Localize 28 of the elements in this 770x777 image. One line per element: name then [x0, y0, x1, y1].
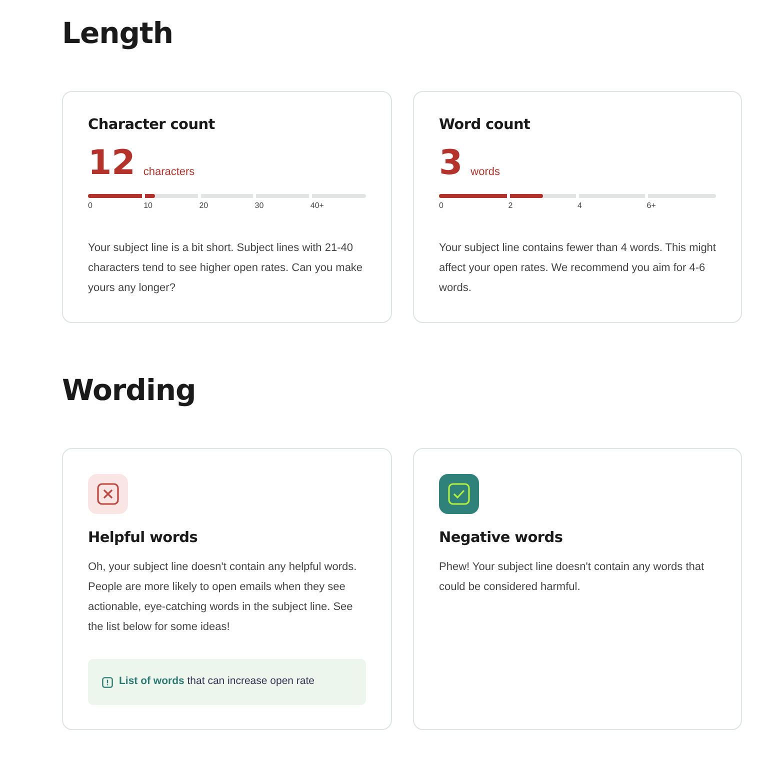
- section-heading: Length: [62, 16, 174, 51]
- count-unit: words: [470, 164, 500, 180]
- tick-label: 30: [254, 201, 264, 210]
- info-icon: [102, 676, 113, 688]
- tick-label: 20: [199, 201, 208, 210]
- count-value: 3: [439, 146, 463, 180]
- section-heading: Wording: [62, 373, 197, 408]
- description: Your subject line is a bit short. Subject lines with 21-40 characters tend to see higher open rates. Can you make yours any longer?: [88, 241, 364, 296]
- description: Phew! Your subject line doesn't contain any words that could be considered harmful.: [439, 560, 706, 596]
- card-title: Negative words: [439, 530, 564, 548]
- tick-label: 4: [578, 201, 582, 210]
- tick-label: 10: [144, 201, 152, 210]
- description: Your subject line contains fewer than 4 words. This might affect your open rates. We recommend you aim for 4-6 words.: [439, 241, 716, 296]
- words-list-link[interactable]: List of words: [119, 675, 184, 688]
- callout-text: List of words that can increase open rate: [119, 674, 315, 690]
- count-unit: characters: [143, 164, 195, 180]
- card-title: Helpful words: [88, 530, 199, 548]
- tick-label: 0: [439, 201, 444, 210]
- tick-label: 40+: [310, 201, 324, 210]
- count-value: 12: [88, 146, 136, 180]
- tick-label: 2: [508, 201, 513, 210]
- card-title: Character count: [88, 116, 216, 134]
- tick-label: 0: [88, 201, 92, 210]
- cross-icon: [97, 482, 119, 505]
- tick-label: 6+: [646, 201, 656, 210]
- description: Oh, your subject line doesn't contain any helpful words. People are more likely to open emails when they see actionable, eye-catching words in the subject line. See the list below for some ideas!: [88, 560, 358, 636]
- card-title: Word count: [439, 116, 532, 134]
- check-icon: [448, 482, 470, 505]
